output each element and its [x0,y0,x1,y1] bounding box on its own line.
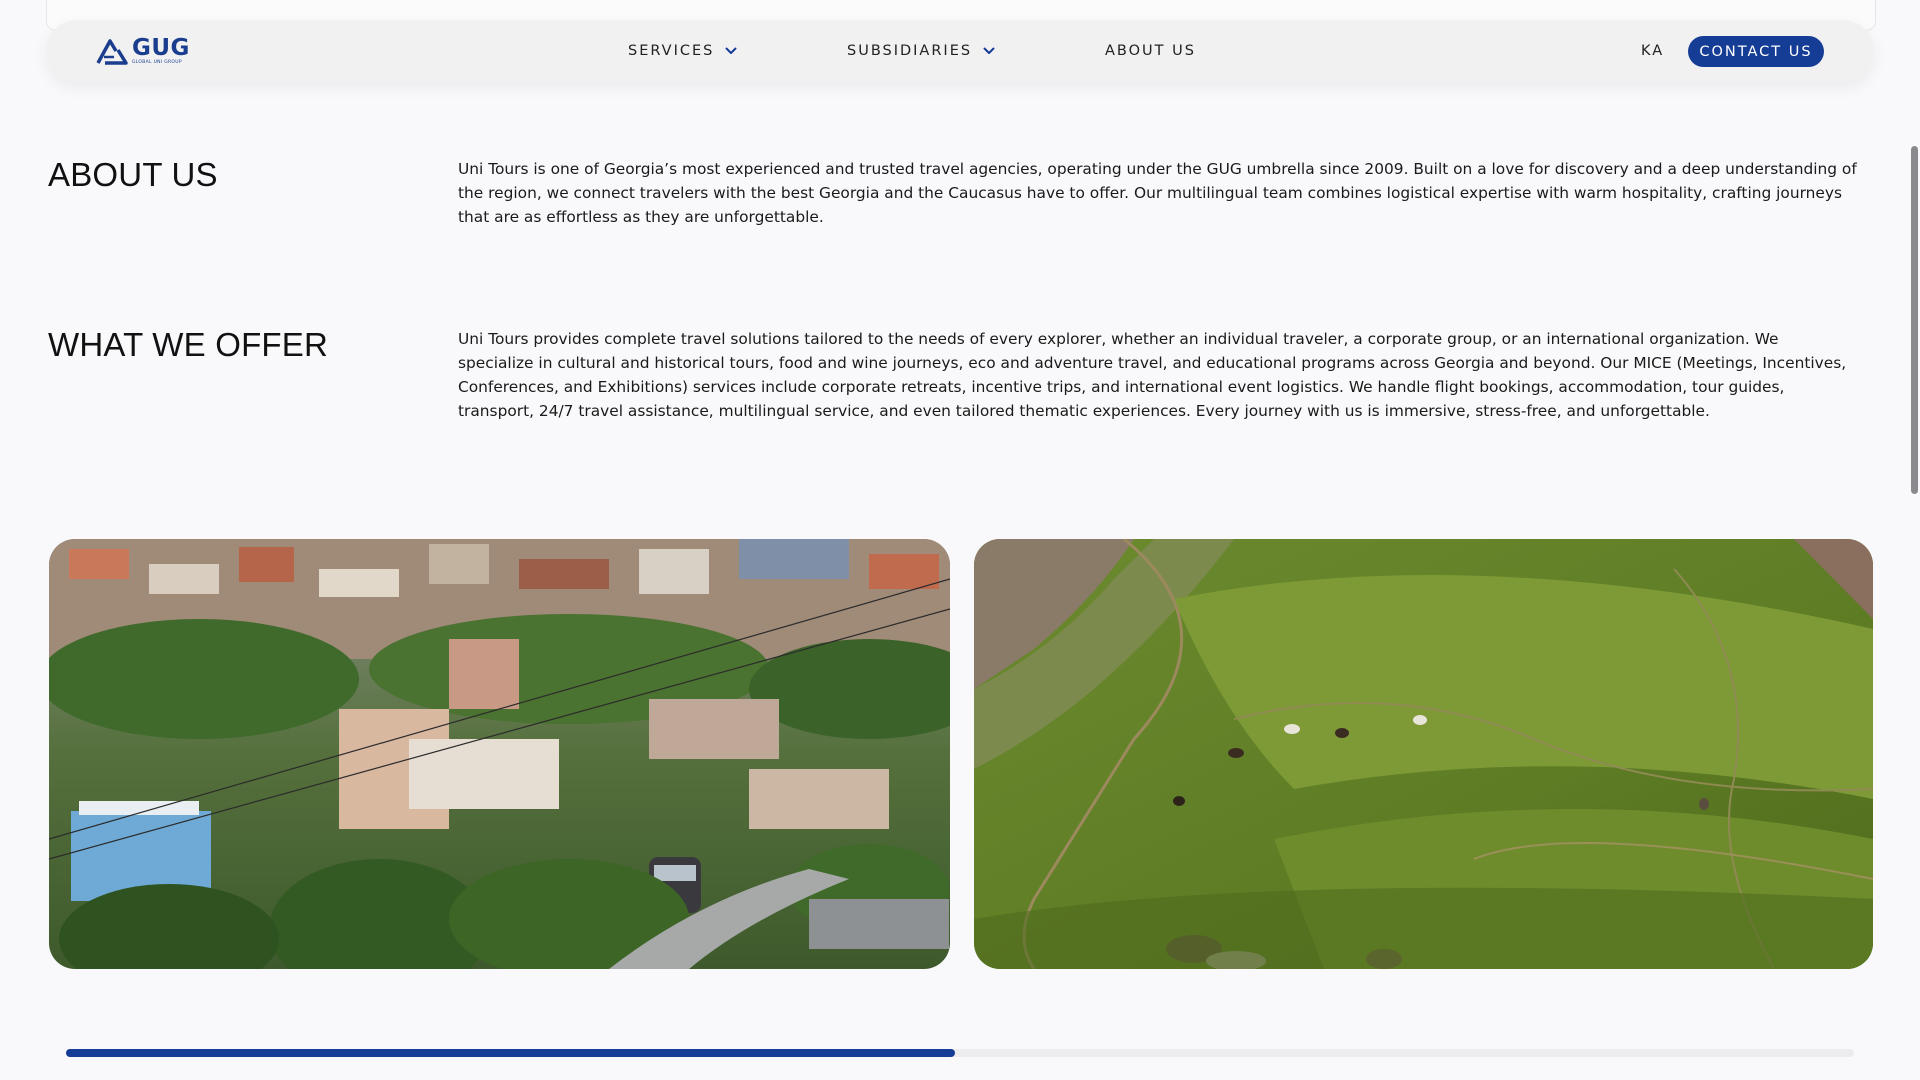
logo-wordmark: GUG GLOBAL UNI GROUP [132,37,190,66]
offer-title: WHAT WE OFFER [48,326,329,363]
page-scrollbar[interactable] [1911,146,1918,494]
gallery-progress-bar[interactable] [66,1049,1854,1057]
gallery-image-city[interactable] [49,539,950,969]
main-navbar: GUG GLOBAL UNI GROUP SERVICES SUBSIDIARI… [46,20,1874,82]
hills-photo [974,539,1873,969]
language-switch[interactable]: KA [1641,20,1664,82]
logo-link[interactable]: GUG GLOBAL UNI GROUP [96,37,190,66]
nav-about-label: ABOUT US [1105,43,1196,59]
gug-logo-icon [96,39,128,65]
city-photo [49,539,950,969]
offer-text: Uni Tours provides complete travel solut… [458,330,1847,420]
nav-services-label: SERVICES [628,43,715,59]
chevron-down-icon [983,47,995,54]
logo-subtext: GLOBAL UNI GROUP [132,60,182,65]
gallery-image-hills[interactable] [974,539,1873,969]
chevron-down-icon [725,47,737,54]
contact-us-button[interactable]: CONTACT US [1688,36,1824,67]
about-text: Uni Tours is one of Georgia’s most exper… [458,160,1857,226]
about-title: ABOUT US [48,156,218,193]
nav-subsidiaries[interactable]: SUBSIDIARIES [847,20,996,82]
nav-services[interactable]: SERVICES [628,20,738,82]
gallery-progress-fill [66,1049,955,1057]
logo-name: GUG [132,35,190,61]
nav-subsidiaries-label: SUBSIDIARIES [847,43,973,59]
language-label: KA [1641,43,1665,59]
page: GUG GLOBAL UNI GROUP SERVICES SUBSIDIARI… [0,0,1920,1080]
nav-about-us[interactable]: ABOUT US [1105,20,1196,82]
